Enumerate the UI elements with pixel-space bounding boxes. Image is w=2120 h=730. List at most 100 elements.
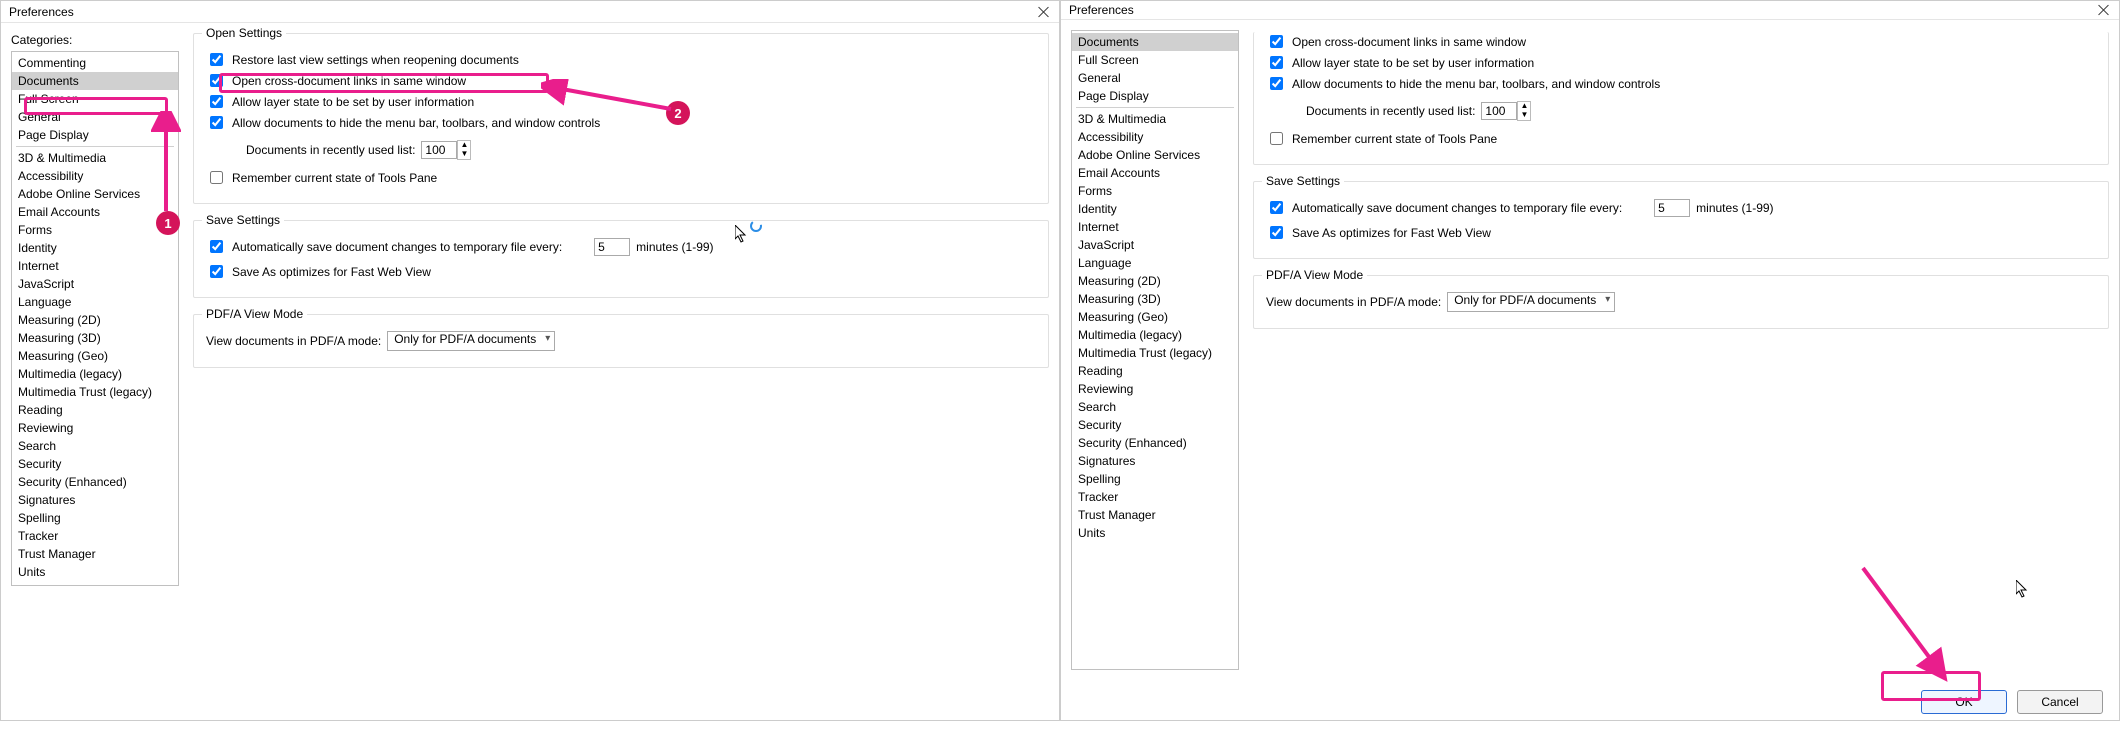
cat-accessibility[interactable]: Accessibility [1072,128,1238,146]
cat-multimedia-legacy[interactable]: Multimedia (legacy) [1072,326,1238,344]
pdfa-label: View documents in PDF/A mode: [206,334,381,348]
recents-spinner[interactable]: ▲▼ [457,140,471,160]
cat-tracker[interactable]: Tracker [1072,488,1238,506]
cat-language[interactable]: Language [1072,254,1238,272]
preferences-dialog-left: Preferences Categories: Commenting Docum… [0,0,1060,721]
autosave-checkbox[interactable] [1270,201,1283,214]
open-settings-group: Open Settings Restore last view settings… [193,33,1049,204]
cat-spelling[interactable]: Spelling [12,509,178,527]
cat-javascript[interactable]: JavaScript [1072,236,1238,254]
cat-reading[interactable]: Reading [12,401,178,419]
cat-general[interactable]: General [1072,69,1238,87]
autosave-checkbox[interactable] [210,240,223,253]
cat-forms[interactable]: Forms [12,221,178,239]
cancel-button[interactable]: Cancel [2017,690,2103,714]
save-settings-title: Save Settings [202,213,284,227]
autosave-minutes-suffix: minutes (1-99) [636,240,713,254]
cat-adobe-online[interactable]: Adobe Online Services [1072,146,1238,164]
cross-doc-links-checkbox[interactable] [1270,35,1283,48]
pdfa-select[interactable]: Only for PDF/A documents [1447,292,1615,312]
cat-javascript[interactable]: JavaScript [12,275,178,293]
cat-security[interactable]: Security [1072,416,1238,434]
categories-list[interactable]: Commenting Documents Full Screen General… [11,51,179,586]
layer-state-checkbox[interactable] [1270,56,1283,69]
cat-signatures[interactable]: Signatures [12,491,178,509]
restore-last-view-checkbox[interactable] [210,53,223,66]
cat-trust-manager[interactable]: Trust Manager [12,545,178,563]
recents-spinner[interactable]: ▲▼ [1517,101,1531,121]
cat-full-screen[interactable]: Full Screen [1072,51,1238,69]
close-icon[interactable] [2097,3,2111,17]
cat-search[interactable]: Search [12,437,178,455]
cat-spelling[interactable]: Spelling [1072,470,1238,488]
cat-reviewing[interactable]: Reviewing [1072,380,1238,398]
cat-reading[interactable]: Reading [1072,362,1238,380]
preferences-dialog-right: Preferences Documents Full Screen Genera… [1060,0,2120,721]
cat-full-screen[interactable]: Full Screen [12,90,178,108]
cat-trust-manager[interactable]: Trust Manager [1072,506,1238,524]
cat-page-display[interactable]: Page Display [1072,87,1238,105]
cat-security-enhanced[interactable]: Security (Enhanced) [12,473,178,491]
layer-state-checkbox[interactable] [210,95,223,108]
cat-commenting[interactable]: Commenting [12,54,178,72]
cat-units[interactable]: Units [1072,524,1238,542]
cross-doc-links-checkbox[interactable] [210,74,223,87]
cat-internet[interactable]: Internet [12,257,178,275]
hide-menu-checkbox[interactable] [1270,77,1283,90]
cat-multimedia-trust[interactable]: Multimedia Trust (legacy) [1072,344,1238,362]
cat-accessibility[interactable]: Accessibility [12,167,178,185]
cat-language[interactable]: Language [12,293,178,311]
pdfa-group: PDF/A View Mode View documents in PDF/A … [1253,275,2109,329]
ok-button[interactable]: OK [1921,690,2007,714]
recents-input[interactable] [421,141,457,159]
cat-3d-multimedia[interactable]: 3D & Multimedia [1072,110,1238,128]
cat-documents[interactable]: Documents [1072,33,1238,51]
cat-adobe-online[interactable]: Adobe Online Services [12,185,178,203]
pdfa-select[interactable]: Only for PDF/A documents [387,331,555,351]
remember-tools-label: Remember current state of Tools Pane [232,171,437,185]
cat-identity[interactable]: Identity [12,239,178,257]
cat-measuring-geo[interactable]: Measuring (Geo) [12,347,178,365]
cat-email-accounts[interactable]: Email Accounts [12,203,178,221]
cat-tracker[interactable]: Tracker [12,527,178,545]
remember-tools-checkbox[interactable] [210,171,223,184]
cat-internet[interactable]: Internet [1072,218,1238,236]
autosave-label: Automatically save document changes to t… [232,240,562,254]
cat-email-accounts[interactable]: Email Accounts [1072,164,1238,182]
fast-web-checkbox[interactable] [210,265,223,278]
titlebar: Preferences [1061,1,2119,20]
categories-column: Documents Full Screen General Page Displ… [1071,30,1239,670]
close-icon[interactable] [1037,5,1051,19]
cat-identity[interactable]: Identity [1072,200,1238,218]
cat-reviewing[interactable]: Reviewing [12,419,178,437]
cat-measuring-2d[interactable]: Measuring (2D) [1072,272,1238,290]
cat-security[interactable]: Security [12,455,178,473]
layer-state-label: Allow layer state to be set by user info… [232,95,474,109]
cat-measuring-geo[interactable]: Measuring (Geo) [1072,308,1238,326]
hide-menu-checkbox[interactable] [210,116,223,129]
cat-measuring-3d[interactable]: Measuring (3D) [12,329,178,347]
cat-page-display[interactable]: Page Display [12,126,178,144]
cat-general[interactable]: General [12,108,178,126]
cat-documents[interactable]: Documents [12,72,178,90]
cat-multimedia-trust[interactable]: Multimedia Trust (legacy) [12,383,178,401]
autosave-minutes-suffix: minutes (1-99) [1696,201,1773,215]
cat-measuring-3d[interactable]: Measuring (3D) [1072,290,1238,308]
cat-security-enhanced[interactable]: Security (Enhanced) [1072,434,1238,452]
recents-input[interactable] [1481,102,1517,120]
cat-units[interactable]: Units [12,563,178,581]
fast-web-checkbox[interactable] [1270,226,1283,239]
cat-signatures[interactable]: Signatures [1072,452,1238,470]
autosave-minutes-input[interactable] [594,238,630,256]
restore-last-view-label: Restore last view settings when reopenin… [232,53,519,67]
cat-3d-multimedia[interactable]: 3D & Multimedia [12,149,178,167]
cat-forms[interactable]: Forms [1072,182,1238,200]
autosave-minutes-input[interactable] [1654,199,1690,217]
remember-tools-checkbox[interactable] [1270,132,1283,145]
cat-measuring-2d[interactable]: Measuring (2D) [12,311,178,329]
categories-list[interactable]: Documents Full Screen General Page Displ… [1071,30,1239,670]
window-title: Preferences [1069,3,1134,17]
cat-search[interactable]: Search [1072,398,1238,416]
cat-multimedia-legacy[interactable]: Multimedia (legacy) [12,365,178,383]
categories-label: Categories: [11,33,179,47]
